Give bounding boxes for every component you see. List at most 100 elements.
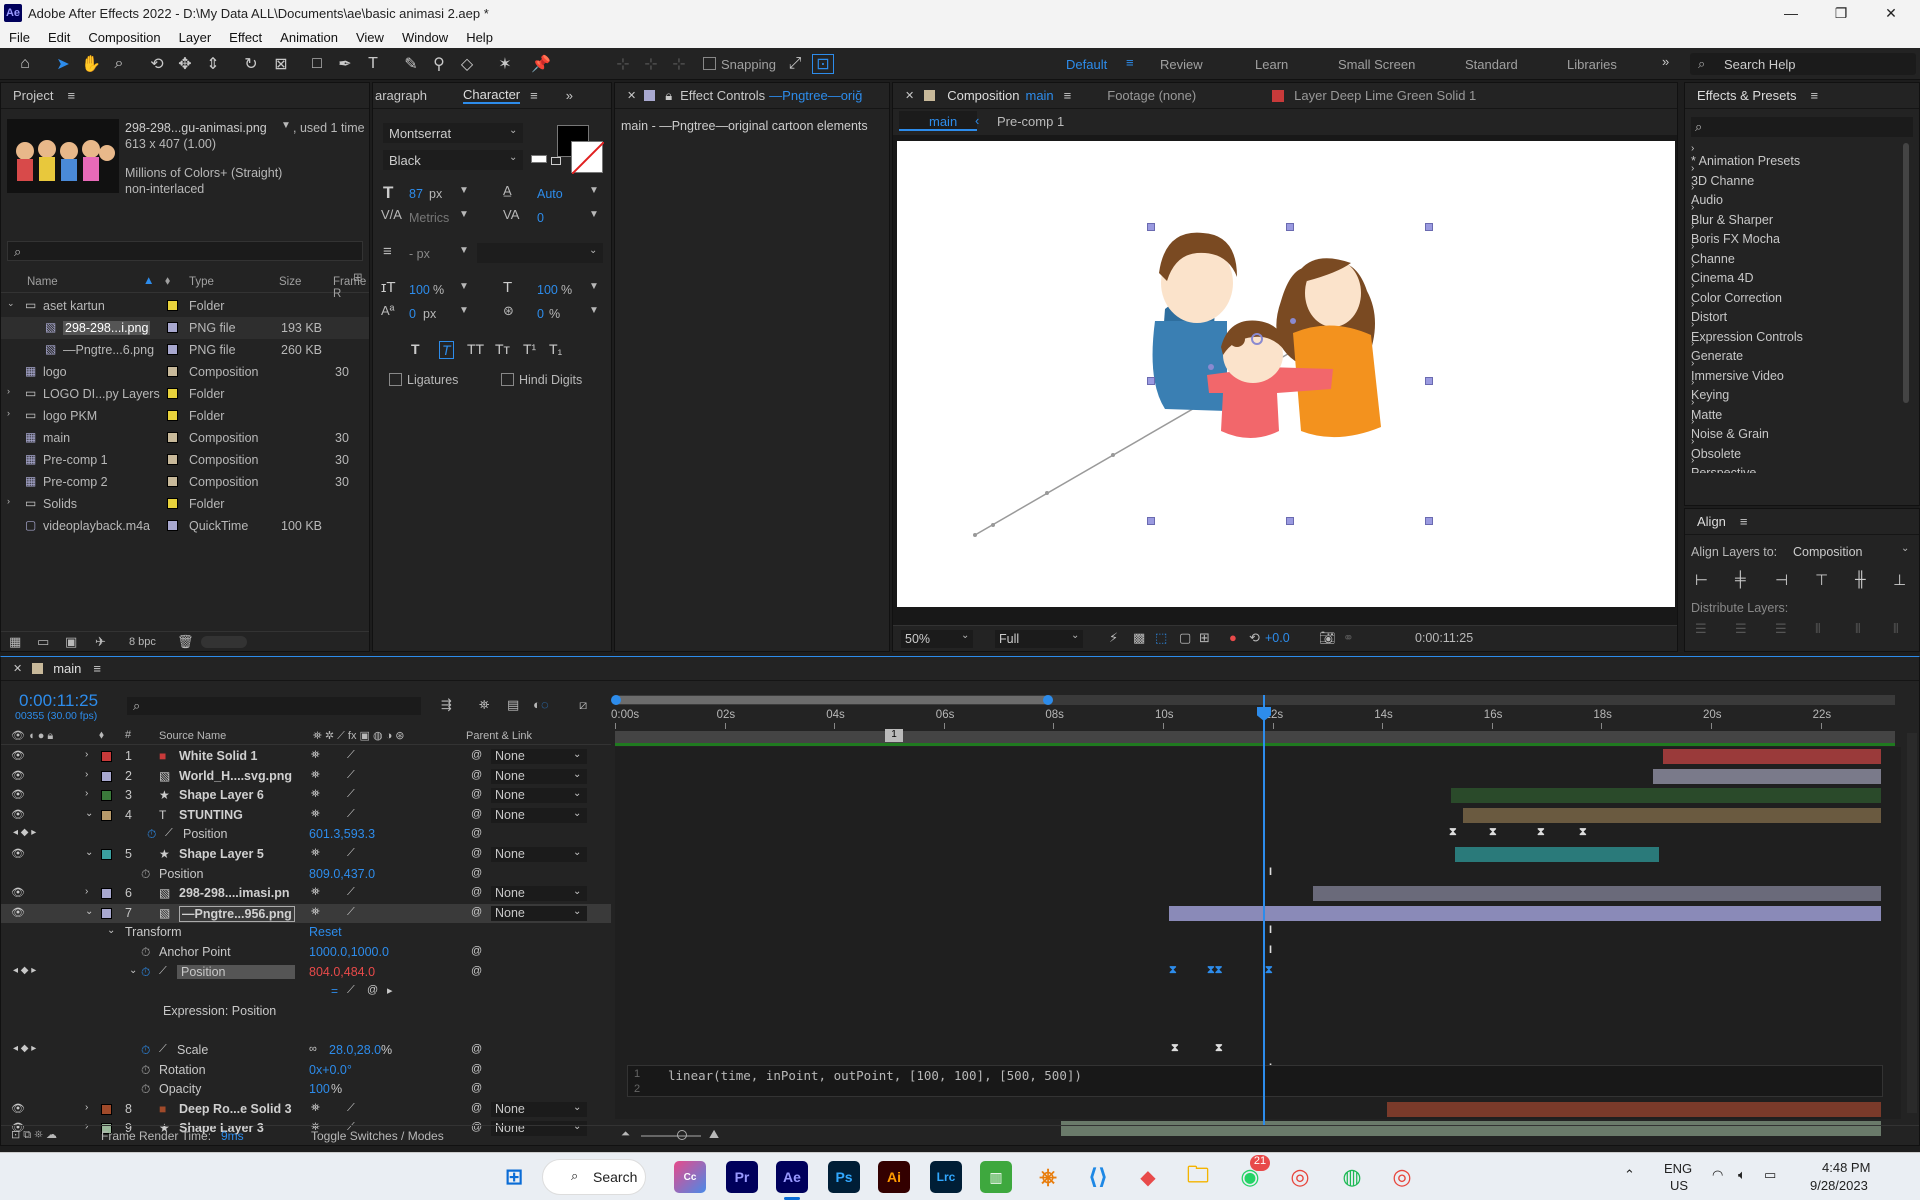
bbox-handle-icon[interactable] <box>1147 377 1155 385</box>
guides-grid-icon[interactable]: ⊞ <box>1199 630 1210 646</box>
stopwatch-icon[interactable]: ⏱ <box>147 827 156 842</box>
after-effects-icon[interactable]: Ae <box>776 1161 808 1193</box>
layer-row[interactable]: 👁 › 8 ■ Deep Ro...e Solid 3 ⛯ ⟋ @ None ⌄ <box>1 1100 611 1119</box>
preview-dropdown-icon[interactable]: ▼ <box>281 120 291 131</box>
expression-pickwhip-icon[interactable]: @ <box>471 1063 482 1075</box>
timeline-tab[interactable]: main <box>53 661 81 676</box>
bbox-handle-icon[interactable] <box>1425 377 1433 385</box>
pickwhip-icon[interactable]: @ <box>471 788 482 800</box>
label-color-swatch[interactable] <box>101 888 112 900</box>
chevron-right-icon[interactable]: › <box>85 1102 88 1113</box>
keyframe-icon[interactable]: ⧗ <box>1169 964 1177 977</box>
label-color-swatch[interactable] <box>167 344 178 355</box>
expression-pickwhip-icon[interactable]: @ <box>471 1043 482 1055</box>
keyframe-navigator-icon[interactable]: ◂ ◆ ▸ <box>13 827 36 838</box>
layer-name[interactable]: —Pngtre...956.png <box>179 905 295 922</box>
shy-switch-icon[interactable]: ⛯ <box>311 1102 320 1115</box>
quality-switch-icon[interactable]: ⟋ <box>347 769 355 782</box>
align-left-icon[interactable]: ⊢ <box>1695 571 1708 589</box>
show-snapshot-icon[interactable]: ⚭ <box>1343 630 1354 646</box>
project-item[interactable]: › ▭ LOGO DI...py Layers Folder <box>1 383 369 405</box>
workspace-default[interactable]: Default <box>1066 57 1107 72</box>
workspace-libraries[interactable]: Libraries <box>1567 57 1617 72</box>
layer-row[interactable]: 👁 › 1 ■ White Solid 1 ⛯ ⟋ @ None ⌄ <box>1 747 611 766</box>
stroke-width-value[interactable]: - px <box>409 247 430 261</box>
effects-presets-tab[interactable]: Effects & Presets <box>1697 88 1796 103</box>
comp-canvas[interactable] <box>897 141 1675 607</box>
visibility-eye-icon[interactable]: 👁 <box>11 906 25 919</box>
bbox-handle-icon[interactable] <box>1147 517 1155 525</box>
chevron-down-icon[interactable]: › <box>7 408 10 418</box>
keyframe-icon[interactable]: ⧗ <box>1537 826 1545 839</box>
composition-tab-name[interactable]: main <box>1025 88 1053 103</box>
label-color-swatch[interactable] <box>167 476 178 487</box>
layer-duration-bar[interactable] <box>1169 905 1881 921</box>
expression-code[interactable]: linear(time, inPoint, outPoint, [100, 10… <box>668 1068 1082 1083</box>
zoom-in-icon[interactable]: ⛰ <box>709 1127 719 1142</box>
keyframe-navigator-icon[interactable]: ◂ ◆ ▸ <box>13 965 36 976</box>
current-timecode[interactable]: 0:00:11:25 <box>19 691 98 711</box>
label-color-swatch[interactable] <box>167 300 178 311</box>
close-icon[interactable]: ✕ <box>13 662 22 675</box>
col-size[interactable]: Size <box>279 276 301 288</box>
spotify-icon[interactable]: ◍ <box>1336 1161 1368 1193</box>
time-ruler[interactable]: 0:00s 02s 04s 06s 08s 10s 12s 14s 16s 18s 20s 22s 1 <box>611 695 1895 747</box>
label-color-swatch[interactable] <box>101 907 112 919</box>
visibility-eye-icon[interactable]: 👁 <box>11 808 25 821</box>
lock-icon[interactable]: 🔒︎ <box>665 88 672 104</box>
chevron-down-icon[interactable]: ▼ <box>589 281 599 292</box>
label-color-swatch[interactable] <box>167 498 178 509</box>
toggle-switches-modes[interactable]: Toggle Switches / Modes <box>311 1129 444 1143</box>
layer-duration-bar[interactable] <box>1663 749 1881 764</box>
region-of-interest-icon[interactable]: ▢ <box>1179 630 1191 646</box>
expression-pickwhip-icon[interactable]: @ <box>471 867 482 879</box>
creative-cloud-icon[interactable]: Cc <box>674 1161 706 1193</box>
rectangle-tool-icon[interactable]: □ <box>306 54 328 74</box>
chevron-down-icon[interactable]: ⌄ <box>129 965 137 976</box>
font-family-select[interactable]: Montserrat ⌄ <box>383 123 523 143</box>
time-zoom-thumb[interactable] <box>677 1130 687 1140</box>
language-label[interactable]: ENG <box>1664 1161 1692 1176</box>
comp-mini-flowchart-icon[interactable]: ⇶ <box>441 697 452 713</box>
menu-file[interactable]: File <box>0 30 39 45</box>
more-workspaces-icon[interactable]: » <box>1662 54 1669 69</box>
menu-animation[interactable]: Animation <box>271 30 347 45</box>
stopwatch-icon[interactable]: ⏱ <box>141 1063 150 1078</box>
pickwhip-icon[interactable]: @ <box>471 906 482 918</box>
tracking-value[interactable]: 0 <box>537 211 544 225</box>
layer-tab[interactable]: Layer Deep Lime Green Solid 1 <box>1294 88 1476 103</box>
expression-pickwhip-icon[interactable]: @ <box>367 984 378 996</box>
new-comp-icon[interactable]: ▣ <box>65 634 77 650</box>
project-item[interactable]: ▦ Pre-comp 2 Composition 30 <box>1 471 369 493</box>
sheets-app-icon[interactable]: ▥ <box>980 1161 1012 1193</box>
pan-tool-icon[interactable]: ✥ <box>174 54 196 74</box>
menu-composition[interactable]: Composition <box>79 30 169 45</box>
chrome-profile-icon[interactable]: ◎ <box>1386 1161 1418 1193</box>
label-color-swatch[interactable] <box>101 809 112 821</box>
align-bottom-icon[interactable]: ⊥ <box>1893 571 1906 589</box>
align-right-icon[interactable]: ⊣ <box>1775 571 1788 589</box>
default-colors-icon[interactable] <box>531 155 547 163</box>
panel-menu-icon[interactable]: ≡ <box>67 88 75 103</box>
stopwatch-icon[interactable]: ⏱ <box>141 867 150 882</box>
close-icon[interactable]: ✕ <box>627 89 636 102</box>
label-color-swatch[interactable] <box>101 790 112 802</box>
snap-feature-icon[interactable]: ⊡ <box>812 54 834 74</box>
align-hcenter-icon[interactable]: ╪ <box>1735 571 1746 588</box>
reset-link[interactable]: Reset <box>309 925 342 939</box>
project-item[interactable]: › ▭ logo PKM Folder <box>1 405 369 427</box>
file-explorer-icon[interactable]: 🗀 <box>1182 1161 1214 1193</box>
keyframe-icon[interactable]: I <box>1269 944 1272 956</box>
chevron-down-icon[interactable]: ⌄ <box>7 298 15 309</box>
project-item[interactable]: ▧ —Pngtre...6.png PNG file 260 KB <box>1 339 369 361</box>
distribute-right-icon[interactable]: ⦀ <box>1893 621 1899 637</box>
bbox-handle-icon[interactable] <box>1286 223 1294 231</box>
expression-pickwhip-icon[interactable]: @ <box>471 827 482 839</box>
render-queue-icon[interactable]: ✈ <box>95 634 106 650</box>
shy-switch-icon[interactable]: ⛯ <box>311 769 320 782</box>
hand-tool-icon[interactable]: ✋ <box>80 54 102 74</box>
home-icon[interactable]: ⌂ <box>14 54 36 74</box>
layer-duration-bar[interactable] <box>1455 847 1659 862</box>
chevron-down-icon[interactable]: ▼ <box>589 305 599 316</box>
label-color-swatch[interactable] <box>167 388 178 399</box>
